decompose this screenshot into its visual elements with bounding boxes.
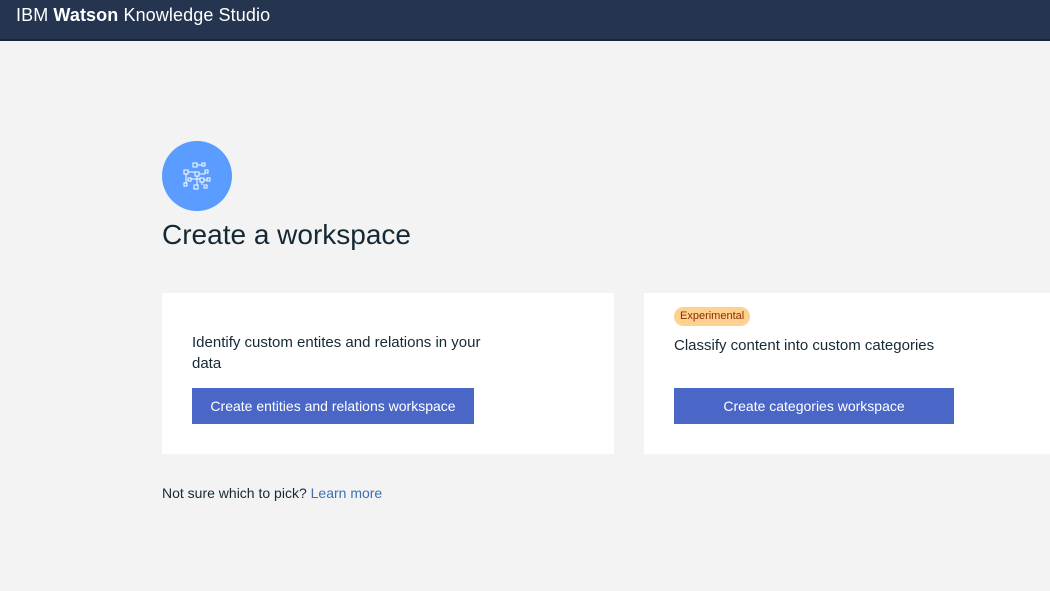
help-text: Not sure which to pick? Learn more [162, 485, 382, 501]
brand-watson: Watson [53, 5, 119, 25]
categories-card-description: Classify content into custom categories [674, 337, 935, 354]
learn-more-link[interactable]: Learn more [311, 485, 383, 501]
brand-ibm: IBM [16, 5, 49, 25]
workspace-network-icon [162, 141, 232, 211]
experimental-badge: Experimental [674, 307, 751, 326]
create-categories-workspace-button[interactable]: Create categories workspace [674, 388, 954, 424]
brand-product: Knowledge Studio [123, 5, 271, 25]
top-header: IBM Watson Knowledge Studio [0, 0, 1050, 41]
create-entities-relations-workspace-button[interactable]: Create entities and relations workspace [192, 388, 474, 424]
entities-card-description: Identify custom entites and relations in… [192, 334, 481, 372]
categories-card: Experimental Classify content into custo… [644, 293, 1050, 454]
app-brand[interactable]: IBM Watson Knowledge Studio [16, 5, 270, 26]
help-prompt: Not sure which to pick? [162, 485, 307, 501]
page-title: Create a workspace [162, 219, 412, 250]
entities-relations-card: Identify custom entites and relations in… [162, 293, 614, 454]
